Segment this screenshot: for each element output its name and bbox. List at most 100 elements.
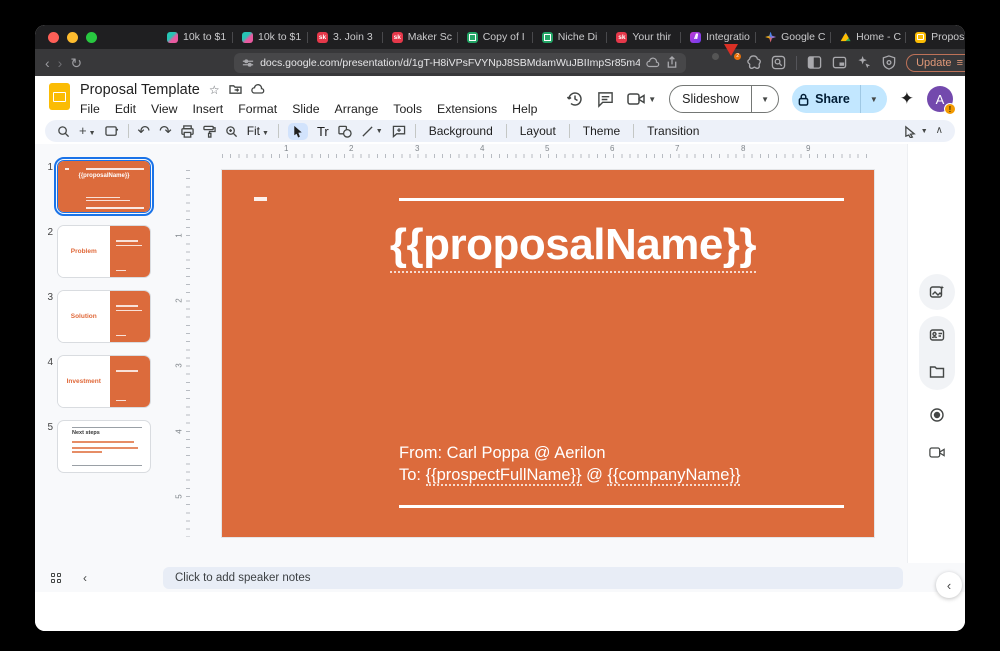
collapse-side-panel-button[interactable]: ‹	[936, 572, 962, 598]
minimize-window-button[interactable]	[67, 32, 78, 43]
site-settings-icon[interactable]	[242, 57, 254, 69]
slide-fromto-textbox[interactable]: From: Carl Poppa @ Aerilon To: {{prospec…	[399, 442, 740, 487]
account-avatar[interactable]: A !	[927, 86, 953, 112]
speaker-notes-input[interactable]: Click to add speaker notes	[163, 567, 903, 589]
collapse-toolbar-icon[interactable]: ∧	[936, 126, 943, 136]
triangle-extension-icon[interactable]: 2	[724, 56, 738, 70]
text-box-tool-icon[interactable]: Tr	[317, 124, 329, 139]
slideshow-options-dropdown[interactable]: ▼	[751, 86, 778, 112]
menu-view[interactable]: View	[151, 102, 177, 116]
slide-editor-surface[interactable]: {{proposalName}} From: Carl Poppa @ Aeri…	[222, 170, 874, 537]
sidebar-toggle-icon[interactable]	[807, 55, 822, 70]
pointer-options-button[interactable]: ▼	[904, 125, 928, 138]
browser-tab[interactable]: Copy of I	[459, 27, 531, 47]
print-icon[interactable]	[181, 125, 194, 138]
shapes-tool-icon[interactable]	[338, 125, 352, 138]
menu-format[interactable]: Format	[238, 102, 277, 116]
background-button[interactable]: Background	[425, 124, 497, 138]
slide-thumbnail-2[interactable]: Problem	[57, 225, 151, 278]
image-sparkle-icon[interactable]	[929, 284, 945, 300]
slide-top-rule[interactable]	[399, 198, 844, 201]
menu-arrange[interactable]: Arrange	[335, 102, 379, 116]
browser-tab[interactable]: Home - C	[832, 27, 904, 47]
select-tool-button[interactable]	[288, 123, 308, 140]
menu-edit[interactable]: Edit	[115, 102, 136, 116]
contact-card-icon[interactable]	[929, 327, 945, 343]
slide-title-textbox[interactable]: {{proposalName}}	[222, 220, 874, 270]
close-window-button[interactable]	[48, 32, 59, 43]
reload-icon[interactable]: ↻	[70, 56, 82, 70]
slide-canvas[interactable]: 1 2 3 4 5 6 7 8 9 1 2 3 4 5 {{	[177, 144, 907, 563]
slideshow-button[interactable]: Slideshow ▼	[669, 85, 779, 113]
redo-icon[interactable]: ↷	[159, 124, 172, 139]
sk-favicon	[616, 32, 627, 43]
camera-clip-icon[interactable]	[929, 446, 945, 459]
tab-label: 3. Join 3	[333, 31, 373, 43]
grid-view-icon[interactable]	[51, 573, 61, 583]
insert-comment-icon[interactable]	[392, 125, 406, 138]
zoom-select[interactable]: Fit▼	[247, 124, 269, 138]
search-tabs-icon[interactable]	[771, 55, 786, 70]
menu-extensions[interactable]: Extensions	[437, 102, 497, 116]
gemini-favicon	[765, 32, 776, 43]
google-slides-logo-icon[interactable]	[49, 83, 70, 110]
move-folder-icon[interactable]	[229, 84, 242, 95]
menu-file[interactable]: File	[80, 102, 100, 116]
browser-tab[interactable]: Integratio	[682, 27, 754, 47]
privacy-shield-icon[interactable]	[882, 55, 896, 70]
folder-icon[interactable]	[929, 365, 945, 379]
undo-icon[interactable]: ↶	[138, 124, 151, 139]
zoom-icon[interactable]	[225, 125, 238, 138]
gemini-sparkle-icon[interactable]: ✦	[900, 89, 914, 109]
menu-help[interactable]: Help	[512, 102, 537, 116]
offline-cloud-icon[interactable]	[646, 57, 660, 69]
maximize-window-button[interactable]	[86, 32, 97, 43]
search-menus-icon[interactable]	[57, 125, 70, 138]
forward-icon[interactable]: ›	[58, 56, 63, 70]
collapse-filmstrip-icon[interactable]: ‹	[83, 571, 87, 585]
browser-tab[interactable]: 10k to $1	[234, 27, 306, 47]
join-call-button[interactable]: ▼	[627, 92, 656, 106]
browser-tab[interactable]: 3. Join 3	[309, 27, 381, 47]
new-slide-button[interactable]: +▼	[79, 124, 96, 138]
sheets-favicon	[542, 32, 553, 43]
menu-insert[interactable]: Insert	[192, 102, 223, 116]
paint-format-icon[interactable]	[203, 125, 216, 138]
slide-filmstrip: 1 {{proposalName}} 2 Problem	[35, 144, 177, 563]
slide-accent-dash	[254, 197, 267, 201]
update-browser-button[interactable]: Update≡	[906, 54, 965, 72]
slide-bottom-rule[interactable]	[399, 505, 844, 508]
ai-sparkle-cursor-icon[interactable]	[857, 55, 872, 70]
brave-shield-extension-icon[interactable]	[702, 56, 716, 70]
menu-tools[interactable]: Tools	[393, 102, 422, 116]
browser-tab[interactable]: Maker Sc	[384, 27, 456, 47]
extensions-icon[interactable]	[746, 55, 761, 70]
version-history-icon[interactable]	[566, 90, 584, 108]
browser-tab[interactable]: Your thir	[608, 27, 679, 47]
theme-button[interactable]: Theme	[579, 124, 624, 138]
slide-thumbnail-3[interactable]: Solution	[57, 290, 151, 343]
layout-button[interactable]: Layout	[516, 124, 560, 138]
url-field[interactable]: docs.google.com/presentation/d/1gT-H8iVP…	[234, 53, 686, 73]
share-button[interactable]: Share ▼	[792, 85, 887, 113]
picture-in-picture-icon[interactable]	[832, 55, 847, 70]
document-title[interactable]: Proposal Template	[80, 82, 200, 98]
browser-tab[interactable]: 10k to $1	[159, 27, 231, 47]
comment-history-icon[interactable]	[597, 91, 614, 108]
record-icon[interactable]	[929, 407, 945, 423]
star-icon[interactable]: ☆	[209, 83, 220, 97]
share-page-icon[interactable]	[666, 56, 678, 69]
back-icon[interactable]: ‹	[45, 56, 50, 70]
browser-tab[interactable]: Niche Di	[534, 27, 606, 47]
slide-thumbnail-1[interactable]: {{proposalName}}	[57, 160, 151, 213]
line-tool-button[interactable]: ▼	[361, 125, 383, 138]
slide-thumbnail-5[interactable]: Next steps	[57, 420, 151, 473]
cloud-status-icon[interactable]	[251, 84, 265, 95]
browser-tab[interactable]: Google C	[757, 27, 829, 47]
new-slide-layout-icon[interactable]	[105, 125, 119, 138]
share-options-dropdown[interactable]: ▼	[860, 85, 887, 113]
slide-thumbnail-4[interactable]: Investment	[57, 355, 151, 408]
browser-tab[interactable]: Proposal	[907, 27, 965, 47]
transition-button[interactable]: Transition	[643, 124, 703, 138]
menu-slide[interactable]: Slide	[292, 102, 319, 116]
